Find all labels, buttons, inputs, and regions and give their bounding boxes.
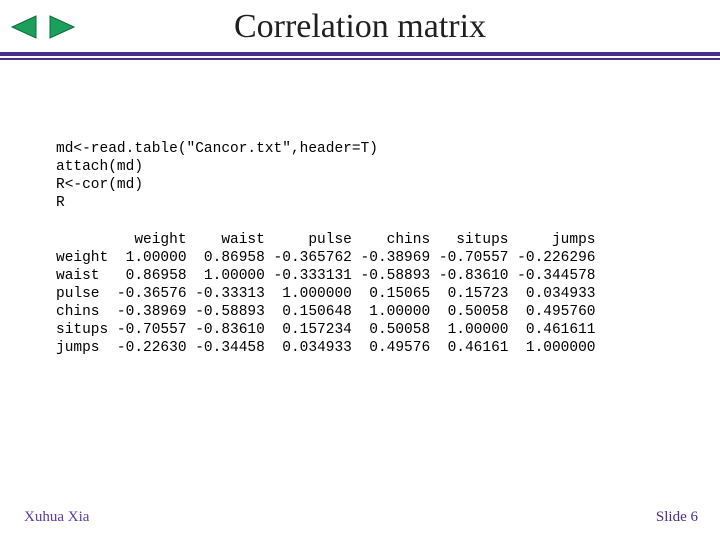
code-line: R<-cor(md) — [56, 177, 143, 193]
footer-slide-number: Slide 6 — [656, 509, 698, 526]
table-row: weight 1.00000 0.86958 -0.365762 -0.3896… — [56, 250, 596, 266]
next-slide-button[interactable] — [48, 14, 78, 45]
table-row: waist 0.86958 1.00000 -0.333131 -0.58893… — [56, 268, 596, 284]
footer-author: Xuhua Xia — [24, 509, 89, 526]
table-header-row: weight waist pulse chins situps jumps — [56, 232, 596, 248]
code-line: attach(md) — [56, 159, 143, 175]
table-row: situps -0.70557 -0.83610 0.157234 0.5005… — [56, 322, 596, 338]
table-row: pulse -0.36576 -0.33313 1.000000 0.15065… — [56, 286, 596, 302]
table-row: jumps -0.22630 -0.34458 0.034933 0.49576… — [56, 340, 596, 356]
title-divider — [0, 52, 720, 60]
table-row: chins -0.38969 -0.58893 0.150648 1.00000… — [56, 304, 596, 320]
prev-slide-button[interactable] — [8, 14, 38, 45]
slide-title: Correlation matrix — [0, 0, 720, 50]
slide-body: md<-read.table("Cancor.txt",header=T) at… — [0, 60, 720, 358]
next-arrow-icon — [48, 14, 78, 40]
prev-arrow-icon — [8, 14, 38, 40]
code-line: md<-read.table("Cancor.txt",header=T) — [56, 141, 378, 157]
code-line: R — [56, 195, 65, 211]
